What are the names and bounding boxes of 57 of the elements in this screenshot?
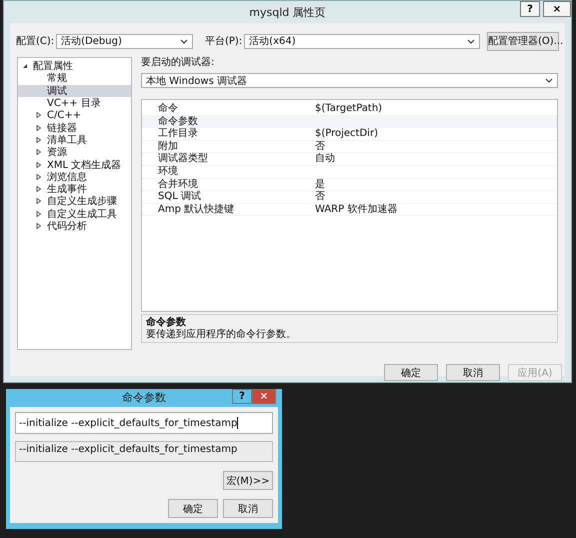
property-row[interactable]: 调试器类型 自动 [142, 153, 557, 166]
dialog-button[interactable]: 取消 [223, 499, 273, 518]
debugger-label: 要启动的调试器: [141, 57, 216, 69]
config-label: 配置(C): [16, 34, 54, 48]
dialog-button[interactable]: 取消 [446, 364, 500, 381]
close-button[interactable]: × [543, 1, 571, 17]
description-text: 要传递到应用程序的命令行参数。 [146, 329, 297, 341]
property-row[interactable]: 命令参数 [142, 116, 557, 128]
dialog-button[interactable]: 确定 [168, 499, 218, 518]
property-row[interactable]: 附加 否 [142, 140, 557, 154]
close-button[interactable]: × [252, 389, 276, 404]
preview-box: --initialize --explicit_defaults_for_timestamp [15, 441, 273, 462]
property-row[interactable]: Amp 默认快捷键 WARP 软件加速器 [142, 204, 557, 216]
tree-item[interactable]: 链接器 [18, 121, 131, 134]
tree-item[interactable]: 常规 [18, 72, 131, 85]
tree-item[interactable]: 配置属性 [33, 59, 73, 74]
dialog-title: 命令参数 [122, 390, 166, 404]
tree-item[interactable]: 代码分析 [18, 220, 131, 232]
tree-item[interactable]: 自定义生成工具 [18, 208, 131, 220]
help-button[interactable]: ? [520, 1, 540, 17]
tree-item[interactable]: VC++ 目录 [18, 96, 131, 110]
collapsed-triangle-icon[interactable] [36, 174, 42, 180]
help-button[interactable]: ? [232, 389, 252, 404]
chevron-icon [467, 38, 475, 44]
platform-label: 平台(P): [204, 34, 242, 48]
collapsed-triangle-icon[interactable] [36, 186, 42, 192]
debugger-dropdown[interactable]: 本地 Windows 调试器 [141, 73, 558, 88]
property-row[interactable]: SQL 调试 否 [142, 191, 557, 204]
config-dropdown[interactable]: 活动(Debug) [56, 34, 193, 48]
property-row[interactable]: 环境 [142, 166, 557, 179]
tree-item[interactable]: XML 文档生成器 [18, 158, 131, 171]
property-row[interactable]: 工作目录 $(ProjectDir) [142, 128, 557, 141]
tree-item[interactable]: C/C++ [18, 109, 131, 122]
tree-item[interactable]: 自定义生成步骤 [18, 195, 131, 208]
platform-dropdown[interactable]: 活动(x64) [244, 34, 480, 48]
tree-item[interactable]: 浏览信息 [18, 170, 131, 183]
description-title: 命令参数 [146, 317, 187, 328]
macro-button[interactable]: 宏(M)>> [223, 471, 273, 490]
collapsed-triangle-icon[interactable] [36, 223, 42, 229]
tree-item[interactable]: 清单工具 [18, 134, 131, 146]
collapsed-triangle-icon[interactable] [36, 210, 42, 217]
tree-item[interactable]: 生成事件 [18, 182, 131, 196]
collapsed-triangle-icon[interactable] [36, 162, 42, 168]
dialog-button[interactable]: 确定 [384, 364, 438, 381]
collapsed-triangle-icon[interactable] [36, 198, 42, 204]
expanded-triangle-icon[interactable] [22, 63, 28, 70]
chevron-icon [545, 78, 553, 83]
property-row[interactable]: 合并环境 是 [142, 178, 557, 192]
tree-item[interactable]: 调试 [18, 84, 131, 97]
arguments-input-field[interactable]: --initialize --explicit_defaults_for_timestamp [15, 412, 273, 434]
tree-item[interactable]: 资源 [18, 146, 131, 158]
chevron-icon [180, 38, 188, 44]
collapsed-triangle-icon[interactable] [36, 136, 42, 143]
collapsed-triangle-icon[interactable] [36, 112, 42, 118]
window-title: mysqld 属性页 [249, 4, 326, 20]
collapsed-triangle-icon[interactable] [36, 124, 42, 131]
collapsed-triangle-icon[interactable] [36, 149, 42, 156]
